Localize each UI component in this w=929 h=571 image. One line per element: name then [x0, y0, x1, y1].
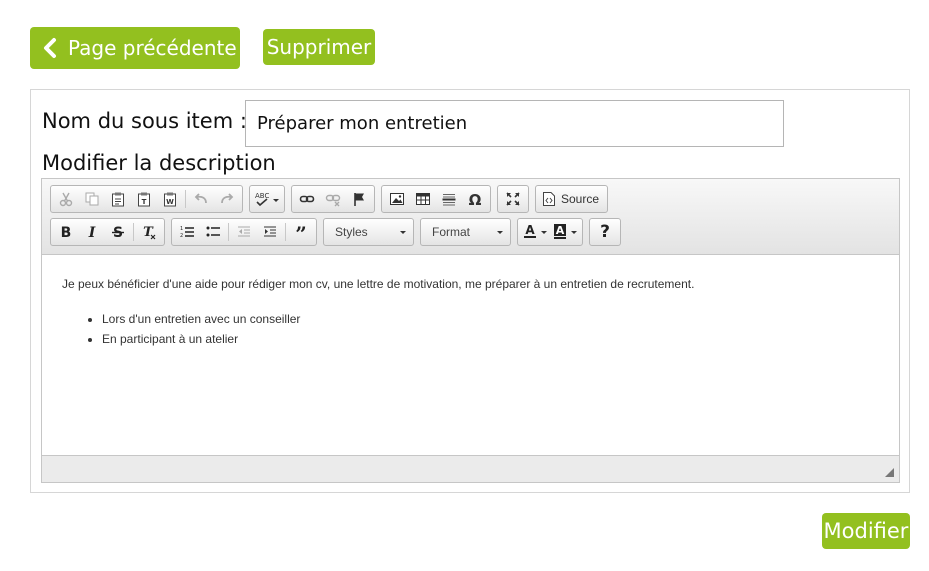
numbered-list-icon[interactable]: 12 [174, 220, 200, 244]
svg-text:Ω: Ω [469, 191, 482, 207]
svg-text:W: W [166, 198, 174, 206]
paragraph-group: 12 ” [171, 218, 317, 246]
redo-icon[interactable] [214, 187, 240, 211]
blockquote-icon[interactable]: ” [288, 220, 314, 244]
spellcheck-group: ABC [249, 185, 285, 213]
svg-text:T: T [142, 198, 147, 206]
svg-text:ABC: ABC [255, 192, 269, 200]
svg-text:I: I [88, 225, 96, 240]
edit-panel: Nom du sous item : Modifier la descripti… [30, 89, 910, 493]
copy-icon[interactable] [79, 187, 105, 211]
rich-text-editor: T W ABC Ω Source B I S T 1 2 ” Styles Fo… [41, 178, 900, 483]
image-icon[interactable] [384, 187, 410, 211]
help-group: ? [589, 218, 621, 246]
cut-icon[interactable] [53, 187, 79, 211]
background-color-icon[interactable]: A [550, 220, 580, 244]
undo-icon[interactable] [188, 187, 214, 211]
editor-status-bar [42, 455, 899, 482]
editor-toolbar: T W ABC Ω Source B I S T 1 2 ” Styles Fo… [42, 179, 899, 255]
toolbar-separator [185, 190, 186, 208]
svg-text:1: 1 [180, 226, 183, 232]
colors-group: A A [517, 218, 583, 246]
insert-group: Ω [381, 185, 491, 213]
format-label: Format [432, 225, 471, 239]
name-label: Nom du sous item : [42, 109, 247, 133]
resize-handle-icon[interactable] [885, 468, 894, 477]
format-dropdown[interactable]: Format [420, 218, 511, 246]
modify-button[interactable]: Modifier [822, 513, 910, 549]
bulleted-list-icon[interactable] [200, 220, 226, 244]
clipboard-group: T W [50, 185, 243, 213]
chevron-down-icon [400, 230, 406, 234]
link-group [291, 185, 375, 213]
link-icon[interactable] [294, 187, 320, 211]
special-char-icon[interactable]: Ω [462, 187, 488, 211]
unlink-icon[interactable] [320, 187, 346, 211]
svg-text:A: A [525, 223, 535, 237]
description-label: Modifier la description [42, 151, 276, 175]
editor-content[interactable]: Je peux bénéficier d'une aide pour rédig… [42, 255, 899, 454]
paste-word-icon[interactable]: W [157, 187, 183, 211]
svg-text:A: A [556, 224, 565, 237]
strikethrough-icon[interactable]: S [105, 220, 131, 244]
svg-text:B: B [61, 225, 72, 240]
indent-icon[interactable] [257, 220, 283, 244]
basic-styles-group: B I S T [50, 218, 165, 246]
toolbar-separator [133, 223, 134, 241]
horizontal-line-icon[interactable] [436, 187, 462, 211]
modify-button-label: Modifier [823, 519, 909, 543]
name-input[interactable] [245, 100, 784, 147]
chevron-left-icon [40, 37, 62, 59]
text-color-icon[interactable]: A [520, 220, 550, 244]
paste-text-icon[interactable]: T [131, 187, 157, 211]
maximize-icon[interactable] [500, 187, 526, 211]
help-button[interactable]: ? [592, 220, 618, 244]
toolbar-separator [285, 223, 286, 241]
svg-text:”: ” [295, 224, 307, 240]
paste-icon[interactable] [105, 187, 131, 211]
content-list: Lors d'un entretien avec un conseiller E… [62, 309, 879, 349]
styles-label: Styles [335, 225, 368, 239]
source-label: Source [561, 192, 600, 206]
spellcheck-icon[interactable]: ABC [252, 187, 282, 211]
table-icon[interactable] [410, 187, 436, 211]
source-doc-icon [543, 192, 555, 206]
italic-icon[interactable]: I [79, 220, 105, 244]
bold-icon[interactable]: B [53, 220, 79, 244]
list-item: En participant à un atelier [102, 329, 879, 349]
maximize-group [497, 185, 529, 213]
back-button[interactable]: Page précédente [30, 27, 240, 69]
remove-format-icon[interactable]: T [136, 220, 162, 244]
content-paragraph: Je peux bénéficier d'une aide pour rédig… [62, 277, 695, 291]
delete-button[interactable]: Supprimer [263, 29, 375, 65]
source-button[interactable]: Source [538, 191, 605, 207]
delete-button-label: Supprimer [266, 35, 372, 59]
outdent-icon[interactable] [231, 220, 257, 244]
list-item: Lors d'un entretien avec un conseiller [102, 309, 879, 329]
toolbar-separator [228, 223, 229, 241]
styles-dropdown[interactable]: Styles [323, 218, 414, 246]
chevron-down-icon [497, 230, 503, 234]
svg-text:2: 2 [180, 233, 183, 239]
source-group: Source [535, 185, 609, 213]
back-button-label: Page précédente [68, 36, 237, 60]
anchor-flag-icon[interactable] [346, 187, 372, 211]
